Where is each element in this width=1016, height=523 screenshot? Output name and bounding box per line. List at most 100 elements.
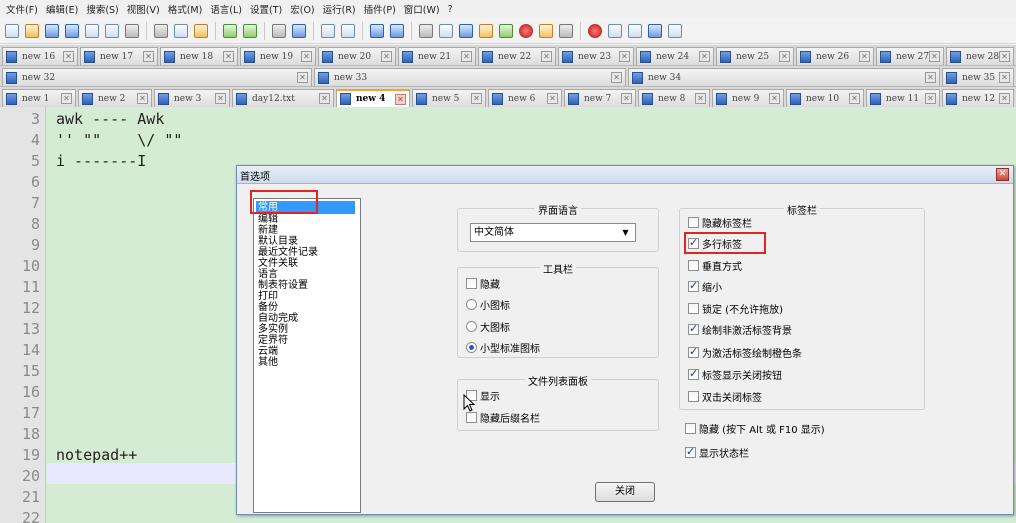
stop-macro-icon[interactable] [606, 22, 624, 40]
tab-new-25[interactable]: new 25 ✕ [716, 47, 794, 65]
dialog-close-icon[interactable]: ✕ [996, 168, 1009, 181]
tabbar-dblclick-close-option[interactable]: 双击关闭标签 [688, 389, 762, 404]
tab-close-icon[interactable]: ✕ [137, 93, 148, 104]
wrap-icon[interactable] [417, 22, 435, 40]
tab-new-3[interactable]: new 3 ✕ [154, 89, 230, 107]
radio[interactable] [466, 320, 477, 332]
tab-day12-txt[interactable]: day12.txt ✕ [232, 89, 334, 107]
save-macro-icon[interactable] [666, 22, 684, 40]
category-default-dir[interactable]: 默认目录 [258, 236, 298, 247]
tab-new-5[interactable]: new 5 ✕ [412, 89, 486, 107]
tab-new-20[interactable]: new 20 ✕ [318, 47, 396, 65]
checkbox[interactable] [688, 390, 699, 402]
code-line-3[interactable]: awk ---- Awk [56, 109, 164, 130]
toolbar-large-option[interactable]: 大图标 [466, 319, 510, 334]
tab-close-icon[interactable]: ✕ [61, 93, 72, 104]
tab-close-icon[interactable]: ✕ [541, 51, 552, 62]
tabbar-lock-option[interactable]: 锁定 (不允许拖放) [688, 301, 783, 316]
tab-new-34[interactable]: new 34 ✕ [628, 68, 940, 86]
checkbox[interactable] [688, 216, 699, 228]
category-print[interactable]: 打印 [258, 291, 278, 302]
tabbar-orange-bar-option[interactable]: 为激活标签绘制橙色条 [688, 345, 802, 360]
tab-close-icon[interactable]: ✕ [63, 51, 74, 62]
zoom-out-icon[interactable] [339, 22, 357, 40]
tab-new-33[interactable]: new 33 ✕ [314, 68, 626, 86]
tab-close-icon[interactable]: ✕ [319, 93, 330, 104]
tab-close-icon[interactable]: ✕ [301, 51, 312, 62]
tab-close-icon[interactable]: ✕ [395, 94, 406, 105]
function-list-icon[interactable] [517, 22, 535, 40]
category-multi-instance[interactable]: 多实例 [258, 324, 288, 335]
find-icon[interactable] [270, 22, 288, 40]
tabbar-multiline-option[interactable]: 多行标签 [688, 236, 742, 251]
menu-edit[interactable]: 编辑(E) [44, 2, 84, 16]
tab-new-9[interactable]: new 9 ✕ [712, 89, 784, 107]
category-tab-settings[interactable]: 制表符设置 [258, 280, 308, 291]
menu-settings[interactable]: 设置(T) [248, 2, 288, 16]
menu-format[interactable]: 格式(M) [166, 2, 209, 16]
category-edit[interactable]: 编辑 [258, 214, 278, 225]
tab-new-35[interactable]: new 35 ✕ [942, 68, 1014, 86]
dialog-title-bar[interactable]: 首选项 ✕ [237, 166, 1013, 184]
tab-new-1[interactable]: new 1 ✕ [2, 89, 76, 107]
tab-close-icon[interactable]: ✕ [999, 72, 1010, 83]
doc-map-icon[interactable] [497, 22, 515, 40]
menu-macro[interactable]: 宏(O) [288, 2, 320, 16]
checkbox[interactable] [688, 302, 699, 314]
menu-search[interactable]: 搜索(S) [84, 2, 124, 16]
radio-selected[interactable] [466, 341, 477, 353]
tab-close-icon[interactable]: ✕ [779, 51, 790, 62]
save-icon[interactable] [43, 22, 61, 40]
record-macro-icon[interactable] [586, 22, 604, 40]
tab-close-icon[interactable]: ✕ [619, 51, 630, 62]
tab-new-4[interactable]: new 4 ✕ [336, 89, 410, 107]
save-all-icon[interactable] [63, 22, 81, 40]
tabbar-close-button-option[interactable]: 标签显示关闭按钮 [688, 367, 782, 382]
folder-workspace-icon[interactable] [537, 22, 555, 40]
toolbar-standard-option[interactable]: 小型标准图标 [466, 340, 540, 355]
category-new[interactable]: 新建 [258, 225, 278, 236]
category-cloud[interactable]: 云端 [258, 346, 278, 357]
tab-new-7[interactable]: new 7 ✕ [564, 89, 636, 107]
category-list[interactable]: 常用 编辑 新建 默认目录 最近文件记录 文件关联 语言 制表符设置 打印 备份… [253, 198, 361, 513]
category-delimiter[interactable]: 定界符 [258, 335, 288, 346]
tab-new-19[interactable]: new 19 ✕ [240, 47, 316, 65]
undo-icon[interactable] [221, 22, 239, 40]
tab-close-icon[interactable]: ✕ [297, 72, 308, 83]
cut-icon[interactable] [152, 22, 170, 40]
print-icon[interactable] [123, 22, 141, 40]
tab-new-8[interactable]: new 8 ✕ [638, 89, 710, 107]
sync-v-icon[interactable] [368, 22, 386, 40]
category-autocomplete[interactable]: 自动完成 [258, 313, 298, 324]
tabbar-inactive-bg-option[interactable]: 绘制非激活标签背景 [688, 322, 792, 337]
category-file-association[interactable]: 文件关联 [258, 258, 298, 269]
toolbar-small-option[interactable]: 小图标 [466, 297, 510, 312]
tab-new-10[interactable]: new 10 ✕ [786, 89, 864, 107]
show-statusbar-option[interactable]: 显示状态栏 [685, 445, 749, 460]
tab-close-icon[interactable]: ✕ [999, 51, 1010, 62]
ui-language-select[interactable]: 中文简体 ▼ [470, 223, 636, 242]
checkbox-checked[interactable] [688, 345, 699, 358]
tab-close-icon[interactable]: ✕ [925, 93, 936, 104]
tab-new-32[interactable]: new 32 ✕ [2, 68, 312, 86]
tabbar-reduce-option[interactable]: 缩小 [688, 279, 722, 294]
sync-h-icon[interactable] [388, 22, 406, 40]
tab-close-icon[interactable]: ✕ [223, 51, 234, 62]
indent-guide-icon[interactable] [457, 22, 475, 40]
close-button[interactable]: 关闭 [595, 482, 655, 502]
code-line-19[interactable]: notepad++ [56, 445, 137, 466]
checkbox-checked[interactable] [685, 445, 696, 458]
close-icon[interactable] [83, 22, 101, 40]
code-line-5[interactable]: i -------I [56, 151, 146, 172]
tab-close-icon[interactable]: ✕ [849, 93, 860, 104]
copy-icon[interactable] [172, 22, 190, 40]
tab-close-icon[interactable]: ✕ [143, 51, 154, 62]
code-line-4[interactable]: '' "" \/ "" [56, 130, 182, 151]
tab-close-icon[interactable]: ✕ [929, 51, 940, 62]
checkbox[interactable] [685, 422, 696, 434]
new-file-icon[interactable] [3, 22, 21, 40]
replace-icon[interactable] [290, 22, 308, 40]
tab-close-icon[interactable]: ✕ [381, 51, 392, 62]
checkbox[interactable] [688, 259, 699, 271]
tab-new-26[interactable]: new 26 ✕ [796, 47, 874, 65]
